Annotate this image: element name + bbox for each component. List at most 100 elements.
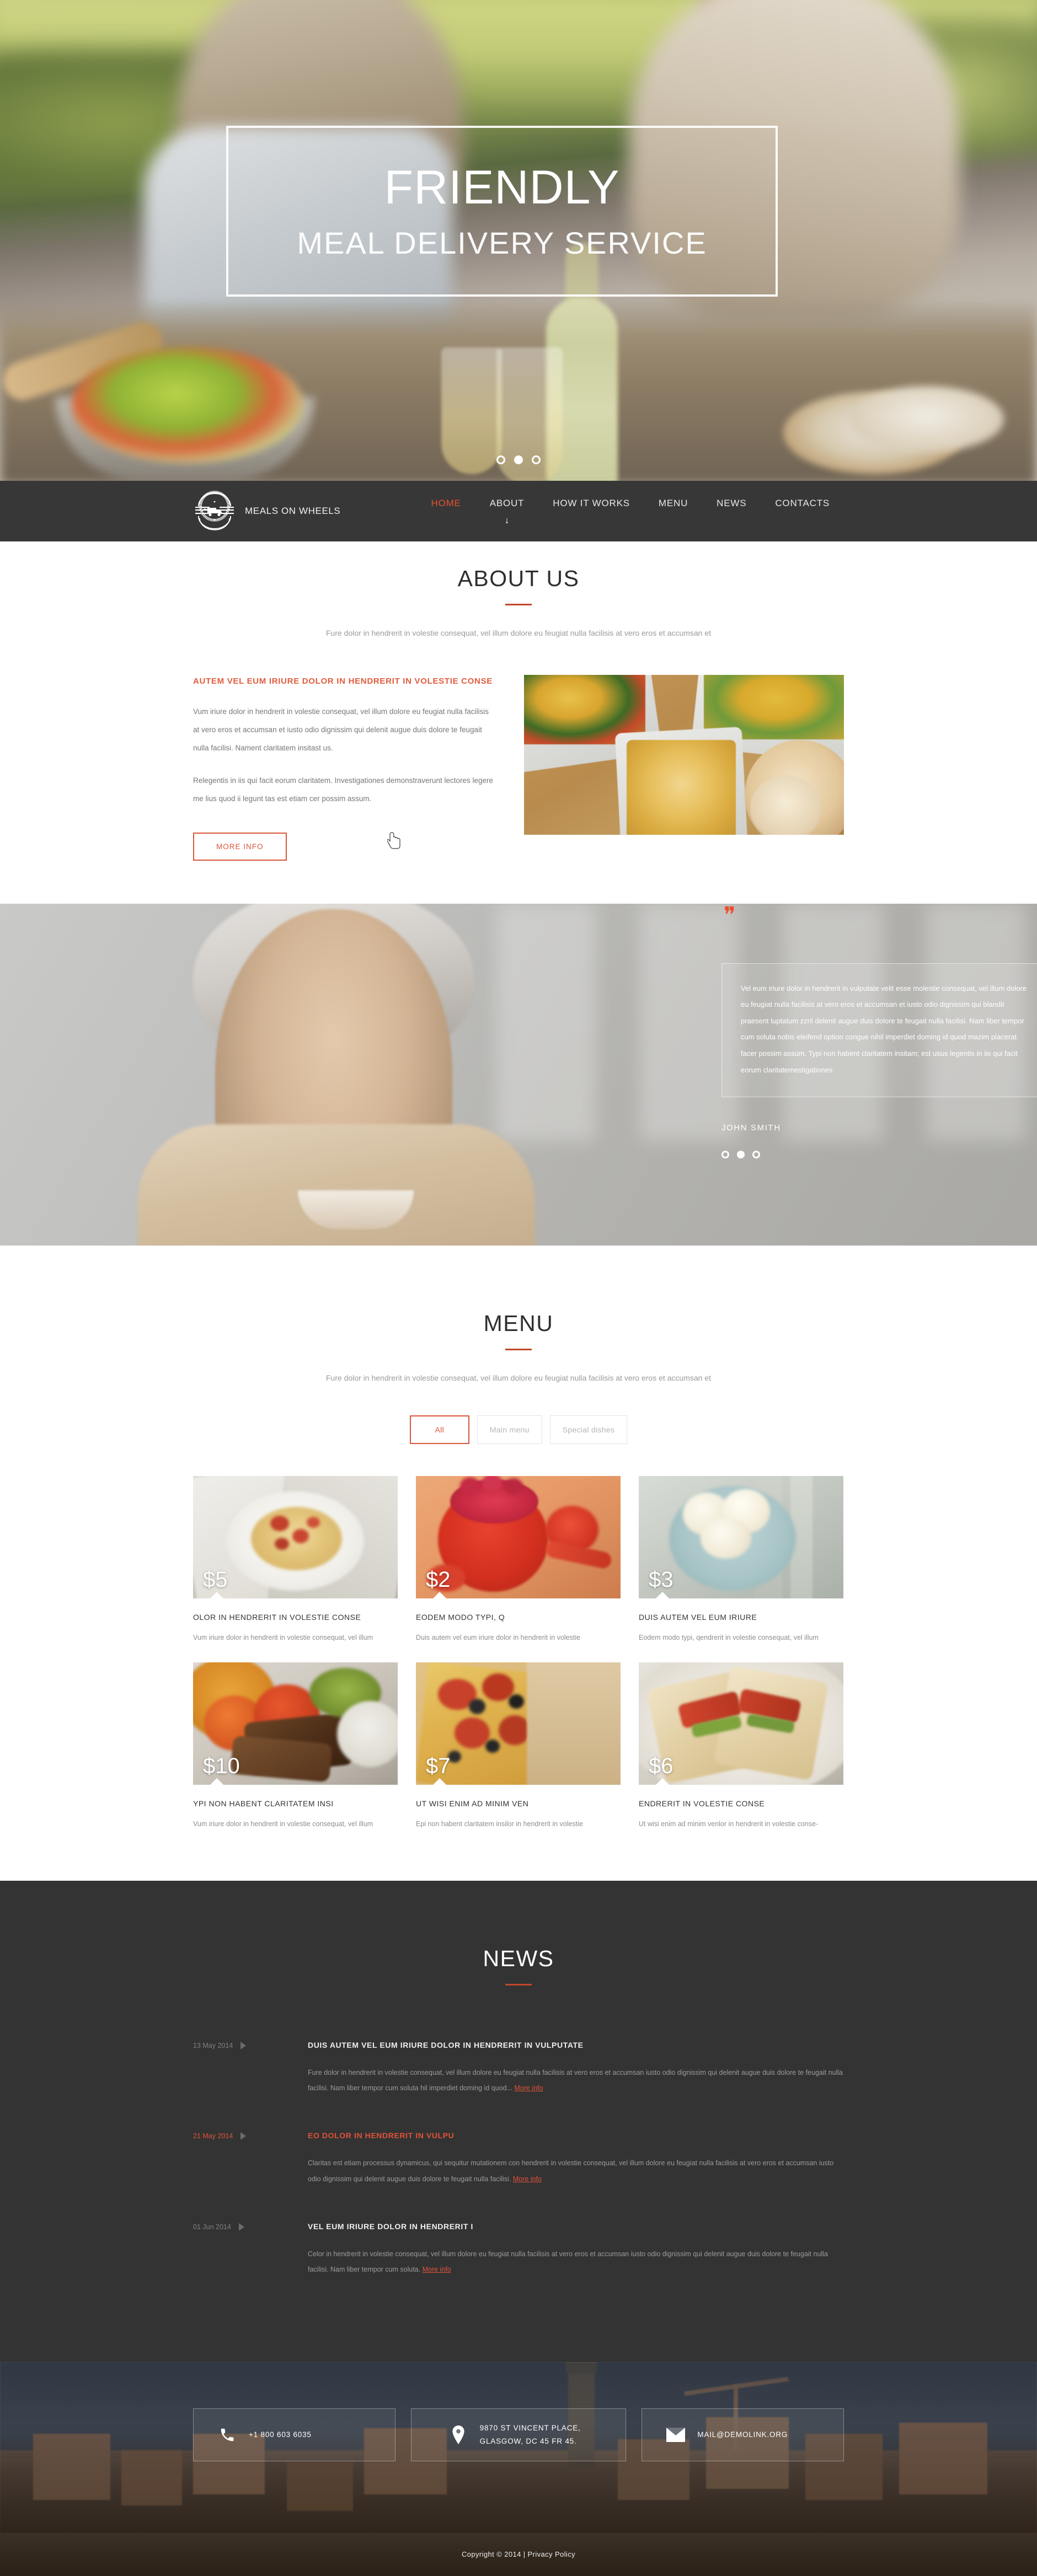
- about-title: ABOUT US: [193, 566, 844, 592]
- menu-card-desc: Duis autem vel eum iriure dolor in hendr…: [416, 1632, 621, 1645]
- contact-address-line-2: GLASGOW, DC 45 FR 45.: [480, 2437, 577, 2445]
- testimonial-text: Vel eum iriure dolor in hendrerit in vul…: [741, 980, 1033, 1078]
- news-item-date: 01 Jun 2014: [193, 2223, 231, 2231]
- news-item-date: 13 May 2014: [193, 2042, 233, 2049]
- contact-email-box[interactable]: MAIL@DEMOLINK.ORG: [642, 2408, 844, 2461]
- nav-item-news[interactable]: NEWS: [702, 498, 761, 509]
- about-section: ABOUT US Fure dolor in hendrerit in vole…: [0, 485, 1037, 904]
- testimonial-slider-dots[interactable]: [721, 1151, 760, 1158]
- contact-address-box[interactable]: 9870 ST VINCENT PLACE, GLASGOW, DC 45 FR…: [411, 2408, 627, 2461]
- menu-card-desc: Eodem modo typi, qendrerit in volestie c…: [639, 1632, 843, 1645]
- news-item-more-link[interactable]: More info: [513, 2175, 542, 2183]
- menu-card-price: $5: [203, 1569, 228, 1591]
- hero-slider-dot-1[interactable]: [496, 455, 505, 464]
- hero-caption-frame: FRIENDLY MEAL DELIVERY SERVICE: [226, 126, 778, 297]
- quote-mark-icon: ❞: [724, 904, 736, 926]
- hero-slider: FRIENDLY MEAL DELIVERY SERVICE: [0, 0, 1037, 485]
- menu-card-image[interactable]: $6: [639, 1662, 843, 1785]
- nav-item-contacts[interactable]: CONTACTS: [761, 498, 844, 509]
- privacy-policy-link[interactable]: Privacy Policy: [528, 2550, 576, 2558]
- menu-card[interactable]: $10 YPI NON HABENT CLARITATEM INSI Vum i…: [193, 1662, 398, 1831]
- about-title-rule: [505, 604, 532, 605]
- menu-card-image[interactable]: $5: [193, 1476, 398, 1598]
- contact-phone-text: +1 800 603 6035: [249, 2428, 312, 2441]
- contacts-row: +1 800 603 6035 9870 ST VINCENT PLACE, G…: [193, 2408, 844, 2461]
- caret-right-icon: [239, 2223, 244, 2231]
- menu-card-image[interactable]: $2: [416, 1476, 621, 1598]
- news-item-more-link[interactable]: More info: [423, 2266, 451, 2273]
- menu-card-price: $10: [203, 1755, 240, 1777]
- contact-email-text: MAIL@DEMOLINK.ORG: [697, 2428, 788, 2441]
- news-item: 01 Jun 2014 VEL EUM IRIURE DOLOR IN HEND…: [193, 2210, 844, 2300]
- nav-item-about[interactable]: ABOUT: [475, 498, 539, 509]
- main-navigation: MEALS ON WHEELS HOME ABOUT ↓ HOW IT WORK…: [0, 481, 1037, 541]
- nav-cell-about: ABOUT ↓: [475, 498, 539, 525]
- contact-address-text: 9870 ST VINCENT PLACE, GLASGOW, DC 45 FR…: [480, 2422, 581, 2448]
- menu-card-price: $2: [426, 1569, 451, 1591]
- nav-cell-how-it-works: HOW IT WORKS: [538, 498, 644, 509]
- testimonial-author: JOHN SMITH: [721, 1123, 781, 1133]
- news-item-body: Celor in hendrerit in volestie consequat…: [308, 2250, 828, 2273]
- testimonial-dot-2[interactable]: [737, 1151, 745, 1158]
- menu-card-title: OLOR IN HENDRERIT IN VOLESTIE CONSE: [193, 1613, 398, 1622]
- nav-cell-news: NEWS: [702, 498, 761, 509]
- testimonial-dot-1[interactable]: [721, 1151, 729, 1158]
- page-root: FRIENDLY MEAL DELIVERY SERVICE: [0, 0, 1037, 2576]
- news-item-more-link[interactable]: More info: [514, 2084, 543, 2092]
- testimonial-dot-3[interactable]: [752, 1151, 760, 1158]
- menu-title: MENU: [193, 1311, 844, 1337]
- news-item: 21 May 2014 EO DOLOR IN HENDRERIT IN VUL…: [193, 2119, 844, 2209]
- menu-filter-special-dishes[interactable]: Special dishes: [550, 1415, 627, 1444]
- envelope-icon: [666, 2428, 685, 2442]
- about-food-image: [524, 675, 844, 835]
- news-item-title[interactable]: EO DOLOR IN HENDRERIT IN VULPU: [308, 2131, 844, 2140]
- nav-item-menu[interactable]: MENU: [644, 498, 702, 509]
- nav-item-home[interactable]: HOME: [417, 498, 475, 509]
- news-item-text: Celor in hendrerit in volestie consequat…: [308, 2246, 844, 2277]
- hero-slider-dot-3[interactable]: [532, 455, 541, 464]
- menu-card-caret-icon: [210, 1778, 224, 1785]
- menu-card-desc: Vum iriure dolor in hendrerit in volesti…: [193, 1632, 398, 1645]
- news-item-date-wrap: 13 May 2014: [193, 2041, 286, 2049]
- menu-card-title: UT WISI ENIM AD MINIM VEN: [416, 1799, 621, 1808]
- menu-card[interactable]: $2 EODEM MODO TYPI, Q Duis autem vel eum…: [416, 1476, 621, 1645]
- menu-card[interactable]: $7 UT WISI ENIM AD MINIM VEN Epi non hab…: [416, 1662, 621, 1831]
- hero-slider-dot-2[interactable]: [514, 455, 523, 464]
- chevron-down-icon[interactable]: ↓: [505, 516, 510, 525]
- news-item-body: Fure dolor in hendrerit in volestie cons…: [308, 2069, 843, 2092]
- news-item-title[interactable]: DUIS AUTEM VEL EUM IRIURE DOLOR IN HENDR…: [308, 2041, 844, 2049]
- news-item-title[interactable]: VEL EUM IRIURE DOLOR IN HENDRERIT I: [308, 2222, 844, 2231]
- hero-subtitle: MEAL DELIVERY SERVICE: [297, 228, 707, 259]
- menu-card-caret-icon: [432, 1778, 447, 1785]
- menu-card-image[interactable]: $3: [639, 1476, 843, 1598]
- menu-card-image[interactable]: $10: [193, 1662, 398, 1785]
- about-paragraph-1: Vum iriure dolor in hendrerit in volesti…: [193, 702, 496, 757]
- contacts-section: +1 800 603 6035 9870 ST VINCENT PLACE, G…: [0, 2362, 1037, 2533]
- caret-right-icon: [240, 2042, 246, 2049]
- about-more-info-button[interactable]: MORE INFO: [193, 833, 287, 861]
- menu-card-price: $3: [649, 1569, 673, 1591]
- menu-card[interactable]: $6 ENDRERIT IN VOLESTIE CONSE Ut wisi en…: [639, 1662, 843, 1831]
- brand-name: MEALS ON WHEELS: [245, 506, 340, 517]
- nav-cell-menu: MENU: [644, 498, 702, 509]
- brand-logo[interactable]: MEALS ON WHEELS: [193, 490, 340, 533]
- menu-filter-main-menu[interactable]: Main menu: [477, 1415, 542, 1444]
- contact-phone-box[interactable]: +1 800 603 6035: [193, 2408, 395, 2461]
- nav-cell-contacts: CONTACTS: [761, 498, 844, 509]
- menu-card[interactable]: $5 OLOR IN HENDRERIT IN VOLESTIE CONSE V…: [193, 1476, 398, 1645]
- menu-card[interactable]: $3 DUIS AUTEM VEL EUM IRIURE Eodem modo …: [639, 1476, 843, 1645]
- about-paragraph-2: Relegentis in iis qui facit eorum clarit…: [193, 771, 496, 808]
- menu-card-caret-icon: [655, 1778, 670, 1785]
- about-heading: AUTEM VEL EUM IRIURE DOLOR IN HENDRERIT …: [193, 675, 496, 688]
- contact-address-line-1: 9870 ST VINCENT PLACE,: [480, 2424, 581, 2432]
- news-title-rule: [505, 1984, 532, 1985]
- menu-card-desc: Ut wisi enim ad minim venlor in hendreri…: [639, 1818, 843, 1831]
- hero-slider-dots[interactable]: [0, 455, 1037, 464]
- delivery-truck-badge-icon: [193, 490, 236, 533]
- menu-card-title: DUIS AUTEM VEL EUM IRIURE: [639, 1613, 843, 1622]
- menu-card-image[interactable]: $7: [416, 1662, 621, 1785]
- nav-item-how-it-works[interactable]: HOW IT WORKS: [538, 498, 644, 509]
- menu-section: MENU Fure dolor in hendrerit in volestie…: [0, 1246, 1037, 1881]
- news-item: 13 May 2014 DUIS AUTEM VEL EUM IRIURE DO…: [193, 2028, 844, 2119]
- menu-filter-all[interactable]: All: [410, 1415, 469, 1444]
